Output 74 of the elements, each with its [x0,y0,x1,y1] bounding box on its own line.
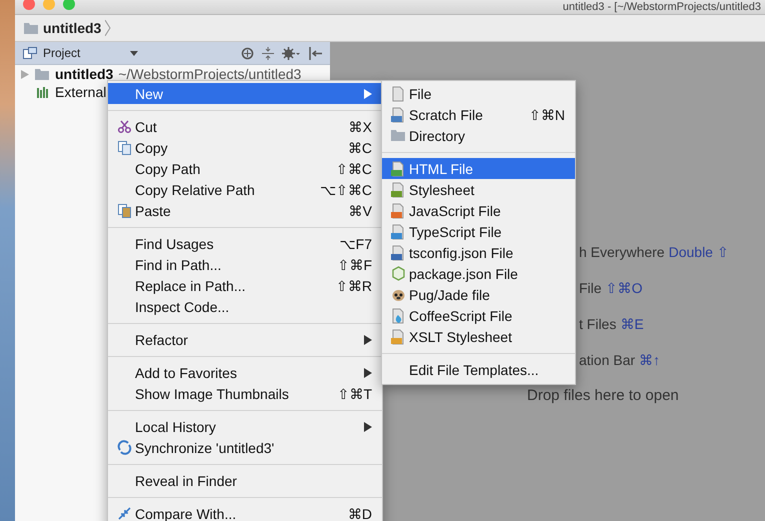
menu-item[interactable]: Local History [108,416,382,437]
scissors-icon [116,119,132,134]
folder-icon [34,68,50,80]
collapse-icon[interactable] [262,46,274,60]
project-name: untitled3 [55,66,114,82]
xml-file-icon [390,328,406,344]
chevron-icon [105,20,112,36]
folder-icon [390,129,406,142]
hint-text: ation Bar [579,352,636,368]
menu-item[interactable]: Stylesheet [382,179,575,200]
menu-item[interactable]: Copy ⌘C [108,137,382,158]
hint-shortcut: ⇧⌘O [606,280,642,296]
dog-face-icon [390,288,406,302]
hint-text: File [579,280,602,296]
scratch-file-icon [390,106,406,122]
menu-item[interactable]: Pug/Jade file [382,284,575,305]
menu-item[interactable]: Reveal in Finder [108,470,382,491]
compare-arrows-icon [116,506,132,521]
menu-item[interactable]: JavaScript File [382,200,575,221]
close-button[interactable] [23,0,35,10]
json-file-icon [390,244,406,260]
menu-item[interactable]: tsconfig.json File [382,242,575,263]
js-file-icon [390,202,406,218]
hint-shortcut: ⌘↑ [639,352,660,368]
menu-item[interactable]: New [108,83,382,104]
menu-item[interactable]: TypeScript File [382,221,575,242]
menu-item[interactable]: Directory [382,125,575,146]
menu-item[interactable]: Find Usages ⌥F7 [108,233,382,254]
menu-item[interactable]: Refactor [108,329,382,350]
hint-text: h Everywhere [579,244,665,260]
menu-item[interactable]: Show Image Thumbnails ⇧⌘T [108,383,382,404]
crosshair-icon[interactable] [241,46,254,60]
hint-shortcut: Double ⇧ [668,244,729,260]
window-icon [23,47,37,59]
menu-item[interactable]: package.json File [382,263,575,284]
project-path: ~/WebstormProjects/untitled3 [118,66,302,82]
menu-item[interactable]: XSLT Stylesheet [382,326,575,347]
menu-item[interactable]: Copy Relative Path ⌥⇧⌘C [108,179,382,200]
css-file-icon [390,182,406,198]
ts-file-icon [390,224,406,240]
menu-item[interactable]: Synchronize 'untitled3' [108,437,382,458]
file-drop-icon [390,308,406,324]
menu-item[interactable]: Replace in Path... ⇧⌘R [108,275,382,296]
hide-panel-icon[interactable] [308,46,322,60]
html-file-icon [390,160,406,176]
menu-item[interactable]: Find in Path... ⇧⌘F [108,254,382,275]
menu-item[interactable]: Add to Favorites [108,362,382,383]
menu-item[interactable]: File [382,83,575,104]
hint-text: t Files [579,316,616,332]
hexagon-icon [390,266,406,281]
menu-item[interactable]: Edit File Templates... [382,359,575,380]
paste-icon [116,203,132,218]
copy-icon [116,140,132,155]
menu-item[interactable]: CoffeeScript File [382,305,575,326]
breadcrumb[interactable]: untitled3 [43,20,102,36]
tree-label[interactable]: External [55,84,106,100]
menu-item[interactable]: HTML File [382,158,575,179]
settings-icon[interactable] [282,46,300,60]
menu-item[interactable]: Cut ⌘X [108,116,382,137]
library-bars-icon [37,86,50,98]
menu-item[interactable]: Inspect Code... [108,296,382,317]
expand-arrow-icon[interactable] [21,70,29,78]
menu-item[interactable]: Copy Path ⇧⌘C [108,158,382,179]
window-title: untitled3 - [~/WebstormProjects/untitled3 [562,1,761,13]
menu-item[interactable]: Paste ⌘V [108,200,382,221]
file-icon [390,86,406,102]
menu-item[interactable]: Scratch File ⇧⌘N [382,104,575,125]
hint-text: Drop files here to open [527,387,679,404]
folder-icon [23,22,39,34]
tree-row[interactable]: untitled3 ~/WebstormProjects/untitled3 [15,65,330,83]
dropdown-caret-icon[interactable] [130,50,138,56]
hint-shortcut: ⌘E [620,316,644,332]
sync-icon [116,440,132,455]
panel-title[interactable]: Project [43,46,80,60]
